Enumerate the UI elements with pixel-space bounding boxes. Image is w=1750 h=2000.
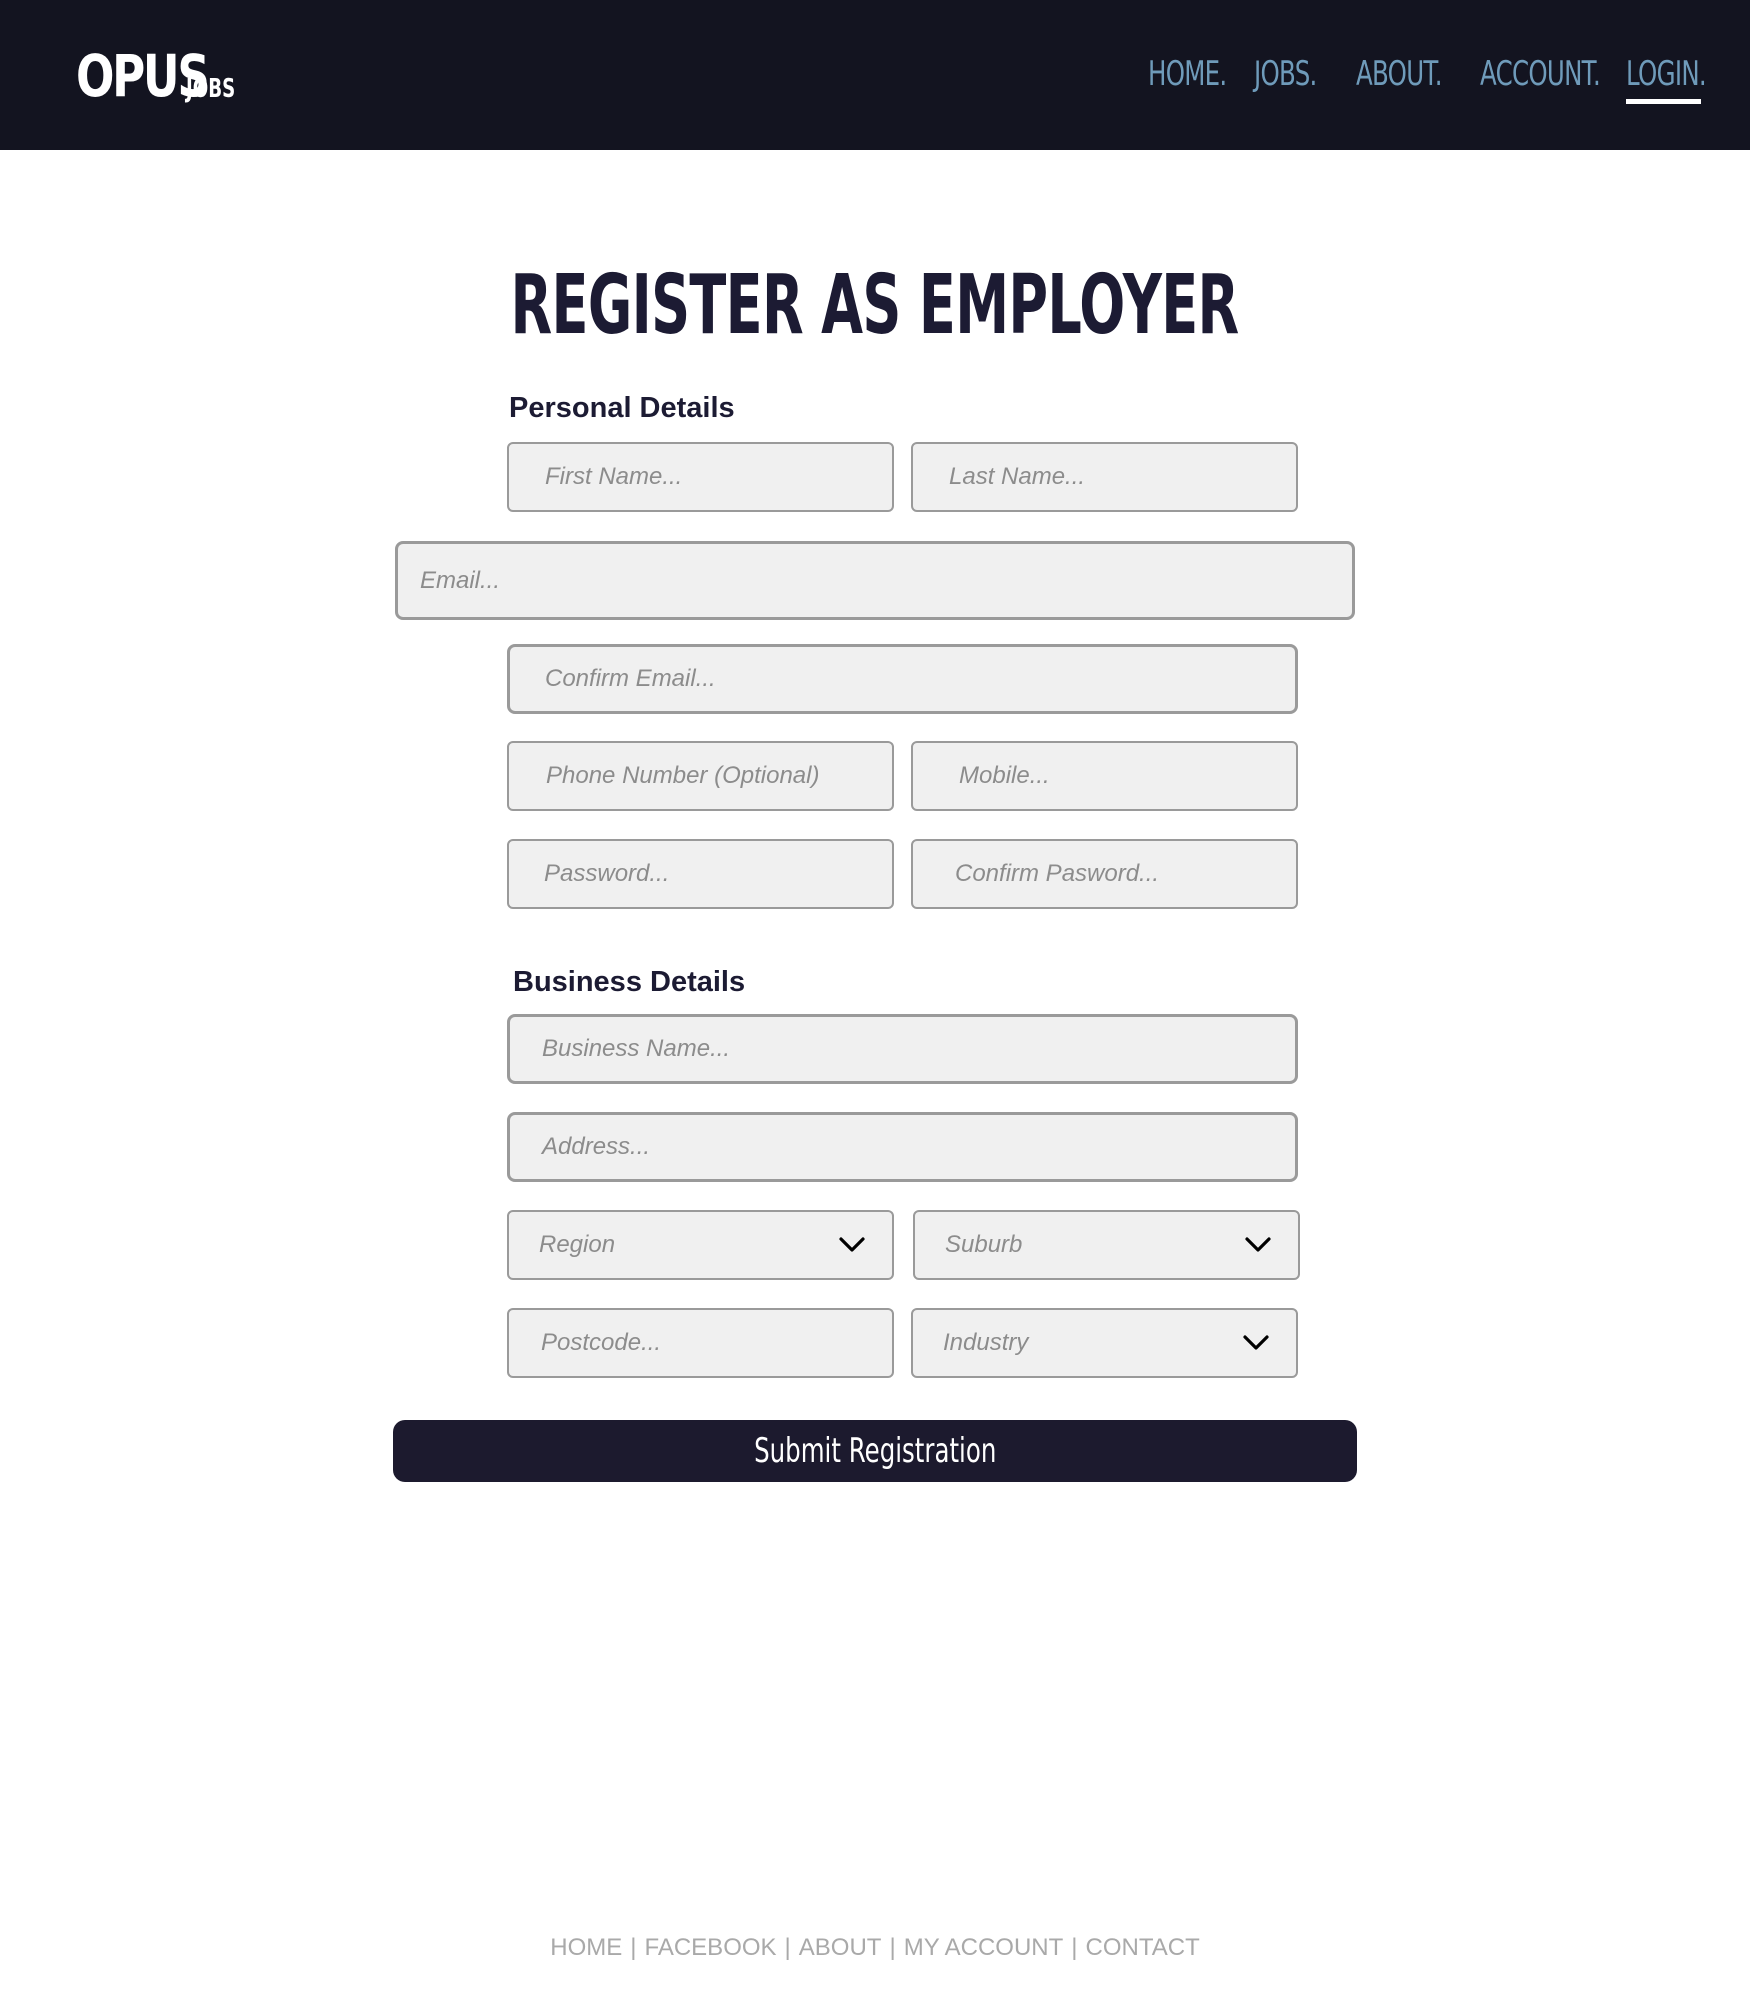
site-logo[interactable]: OPUS JOBS bbox=[76, 42, 245, 110]
address-placeholder: Address... bbox=[542, 1133, 651, 1160]
footer-separator: | bbox=[1071, 1934, 1078, 1961]
page-title-text: REGISTER AS EMPLOYER bbox=[510, 258, 1240, 353]
footer-separator: | bbox=[889, 1934, 896, 1961]
last-name-placeholder: Last Name... bbox=[949, 463, 1086, 490]
postcode-placeholder: Postcode... bbox=[541, 1329, 662, 1356]
nav-login[interactable]: LOGIN. bbox=[1626, 54, 1707, 94]
business-name-placeholder: Business Name... bbox=[542, 1035, 731, 1062]
phone-input[interactable]: Phone Number (Optional) bbox=[507, 741, 894, 811]
site-footer: HOME | FACEBOOK | ABOUT | MY ACCOUNT | CONTACT bbox=[0, 1934, 1750, 1962]
last-name-input[interactable]: Last Name... bbox=[911, 442, 1298, 512]
footer-separator: | bbox=[630, 1934, 637, 1961]
suburb-selected-value: Suburb bbox=[945, 1231, 1023, 1258]
chevron-down-icon bbox=[839, 1237, 865, 1252]
personal-details-heading: Personal Details bbox=[509, 392, 735, 424]
footer-link-facebook[interactable]: FACEBOOK bbox=[645, 1934, 777, 1961]
submit-registration-button[interactable]: Submit Registration bbox=[393, 1420, 1357, 1482]
mobile-placeholder: Mobile... bbox=[959, 762, 1050, 789]
confirm-email-placeholder: Confirm Email... bbox=[545, 665, 716, 692]
nav-home[interactable]: HOME. bbox=[1148, 54, 1227, 94]
chevron-down-icon bbox=[1245, 1237, 1271, 1252]
confirm-email-input[interactable]: Confirm Email... bbox=[507, 644, 1298, 714]
email-placeholder: Email... bbox=[420, 566, 501, 594]
first-name-input[interactable]: First Name... bbox=[507, 442, 894, 512]
nav-about[interactable]: ABOUT. bbox=[1356, 54, 1443, 94]
page-title: REGISTER AS EMPLOYER bbox=[0, 258, 1750, 353]
business-details-heading: Business Details bbox=[513, 966, 746, 998]
footer-separator: | bbox=[784, 1934, 791, 1961]
region-select[interactable]: Region bbox=[507, 1210, 894, 1280]
suburb-select[interactable]: Suburb bbox=[913, 1210, 1300, 1280]
submit-registration-label: Submit Registration bbox=[753, 1431, 997, 1471]
mobile-input[interactable]: Mobile... bbox=[911, 741, 1298, 811]
chevron-down-icon bbox=[1243, 1335, 1269, 1350]
postcode-input[interactable]: Postcode... bbox=[507, 1308, 894, 1378]
nav-account[interactable]: ACCOUNT. bbox=[1480, 54, 1601, 94]
email-input[interactable]: Email... bbox=[395, 541, 1355, 620]
footer-link-home[interactable]: HOME bbox=[550, 1934, 622, 1961]
footer-link-my-account[interactable]: MY ACCOUNT bbox=[904, 1934, 1064, 1961]
phone-placeholder: Phone Number (Optional) bbox=[546, 762, 820, 789]
confirm-password-input[interactable]: Confirm Pasword... bbox=[911, 839, 1298, 909]
region-selected-value: Region bbox=[539, 1231, 616, 1258]
nav-jobs[interactable]: JOBS. bbox=[1254, 54, 1317, 94]
password-placeholder: Password... bbox=[544, 860, 670, 887]
first-name-placeholder: First Name... bbox=[545, 463, 683, 490]
business-name-input[interactable]: Business Name... bbox=[507, 1014, 1298, 1084]
site-header: OPUS JOBS HOME. JOBS. ABOUT. ACCOUNT. LO… bbox=[0, 0, 1750, 150]
address-input[interactable]: Address... bbox=[507, 1112, 1298, 1182]
logo-sub-text: JOBS bbox=[186, 74, 236, 104]
nav-active-underline bbox=[1626, 99, 1701, 104]
footer-link-about[interactable]: ABOUT bbox=[799, 1934, 882, 1961]
footer-link-contact[interactable]: CONTACT bbox=[1086, 1934, 1200, 1961]
password-input[interactable]: Password... bbox=[507, 839, 894, 909]
industry-select[interactable]: Industry bbox=[911, 1308, 1298, 1378]
confirm-password-placeholder: Confirm Pasword... bbox=[955, 860, 1160, 887]
industry-selected-value: Industry bbox=[943, 1329, 1029, 1356]
